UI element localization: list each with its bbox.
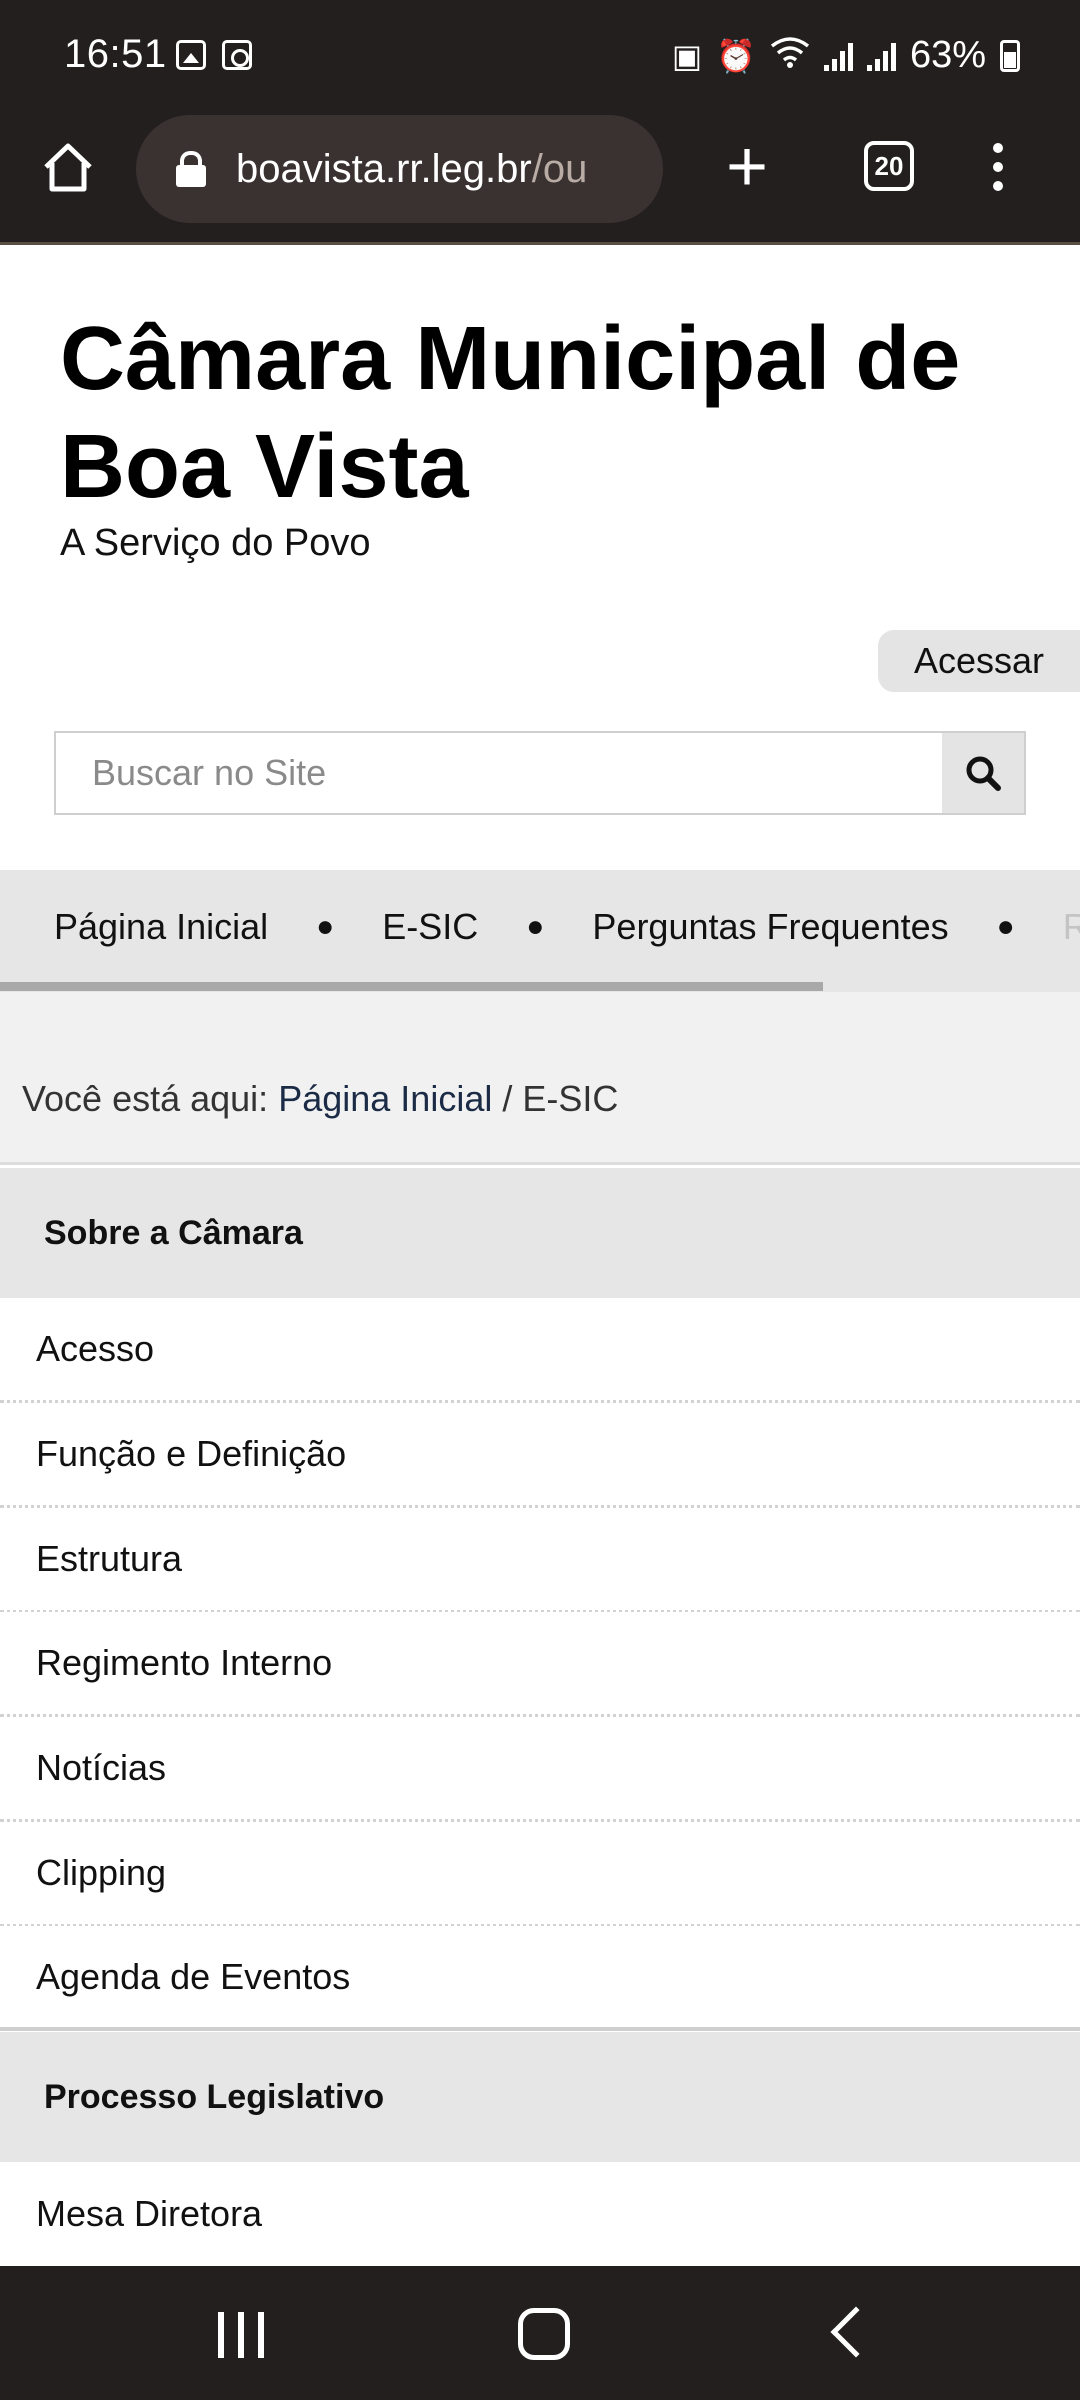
breadcrumb-current: E-SIC bbox=[522, 1078, 619, 1119]
menu-item-clipping[interactable]: Clipping bbox=[0, 1822, 1080, 1927]
menu-item-noticias[interactable]: Notícias bbox=[0, 1717, 1080, 1822]
nav-separator: ● bbox=[526, 910, 545, 943]
signal-icon bbox=[823, 41, 853, 71]
alarm-icon: ⏰ bbox=[716, 37, 756, 74]
clock-app-icon bbox=[222, 40, 252, 70]
breadcrumb-prefix: Você está aqui: bbox=[22, 1078, 269, 1119]
top-nav: Página Inicial ● E-SIC ● Perguntas Frequ… bbox=[0, 870, 1080, 992]
site-subtitle: A Serviço do Povo bbox=[60, 522, 371, 564]
tab-switcher-button[interactable]: 20 bbox=[864, 141, 914, 191]
menu-item-acesso[interactable]: Acesso bbox=[0, 1298, 1080, 1403]
breadcrumb-home-link[interactable]: Página Inicial bbox=[278, 1078, 492, 1119]
breadcrumb-separator: / bbox=[502, 1078, 513, 1119]
nav-item-home[interactable]: Página Inicial bbox=[54, 906, 268, 948]
new-tab-icon[interactable]: + bbox=[726, 131, 768, 203]
battery-icon bbox=[1000, 39, 1020, 72]
nav-scrollbar[interactable] bbox=[0, 982, 823, 991]
menu-item-funcao[interactable]: Função e Definição bbox=[0, 1403, 1080, 1508]
search-box bbox=[54, 731, 1026, 815]
system-nav-bar bbox=[0, 2266, 1080, 2400]
wifi-icon bbox=[770, 36, 810, 76]
search-icon bbox=[966, 756, 1001, 791]
breadcrumb: Você está aqui: Página Inicial / E-SIC bbox=[22, 1078, 618, 1120]
menu-section-sobre: Sobre a Câmara bbox=[0, 1168, 1080, 1298]
search-input[interactable] bbox=[56, 733, 942, 813]
gallery-icon bbox=[176, 40, 206, 70]
home-icon[interactable] bbox=[38, 137, 98, 197]
more-options-icon[interactable] bbox=[992, 143, 1004, 191]
menu-item-regimento[interactable]: Regimento Interno bbox=[0, 1612, 1080, 1717]
menu-item-estrutura[interactable]: Estrutura bbox=[0, 1508, 1080, 1613]
battery-percentage: 63% bbox=[909, 34, 986, 76]
status-time: 16:51 bbox=[64, 32, 167, 76]
menu-item-agenda[interactable]: Agenda de Eventos bbox=[0, 1926, 1080, 2031]
home-button-icon[interactable] bbox=[518, 2308, 570, 2360]
nav-separator: ● bbox=[316, 910, 335, 943]
signal-icon bbox=[866, 41, 896, 71]
nav-item-rss[interactable]: RSS bbox=[1063, 906, 1080, 948]
status-bar: 16:51 ▣ ⏰ 63% bbox=[0, 0, 1080, 115]
nav-separator: ● bbox=[996, 910, 1015, 943]
menu-section-processo: Processo Legislativo bbox=[0, 2032, 1080, 2162]
browser-toolbar: boavista.rr.leg.br/ou + 20 bbox=[0, 115, 1080, 245]
site-title: Câmara Municipal de Boa Vista bbox=[60, 309, 961, 517]
battery-saver-icon: ▣ bbox=[671, 37, 703, 74]
nav-item-faq[interactable]: Perguntas Frequentes bbox=[592, 906, 948, 948]
lock-icon bbox=[176, 151, 206, 187]
back-icon[interactable] bbox=[830, 2306, 882, 2358]
search-button[interactable] bbox=[942, 733, 1024, 813]
menu-item-mesa[interactable]: Mesa Diretora bbox=[0, 2164, 1080, 2264]
nav-item-esic[interactable]: E-SIC bbox=[382, 906, 478, 948]
breadcrumb-area: Você está aqui: Página Inicial / E-SIC bbox=[0, 992, 1080, 1165]
url-text: boavista.rr.leg.br/ou bbox=[236, 146, 588, 191]
recent-apps-icon[interactable] bbox=[218, 2312, 264, 2358]
login-button[interactable]: Acessar bbox=[878, 630, 1080, 692]
url-bar[interactable]: boavista.rr.leg.br/ou bbox=[136, 115, 663, 223]
